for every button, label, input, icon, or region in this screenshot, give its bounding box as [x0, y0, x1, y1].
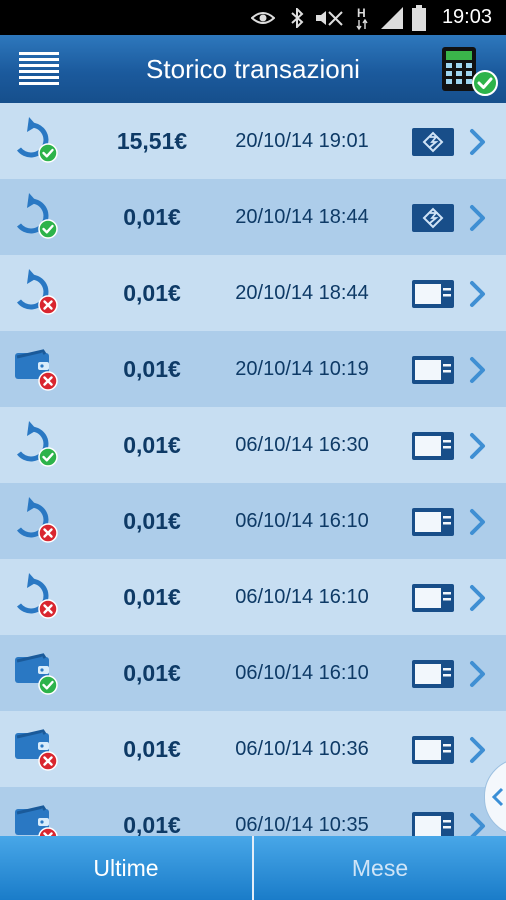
refund-success-icon — [17, 193, 58, 239]
transaction-amount: 0,01€ — [123, 204, 181, 230]
contactless-card-icon — [412, 128, 454, 156]
refund-success-icon — [17, 421, 58, 467]
transaction-datetime: 06/10/14 16:10 — [235, 510, 369, 532]
transaction-row[interactable]: 0,01€ 06/10/14 16:10 — [0, 483, 506, 559]
payment-success-icon — [15, 653, 58, 695]
transaction-row[interactable]: 0,01€ 06/10/14 16:10 — [0, 559, 506, 635]
hamburger-icon — [19, 52, 59, 55]
transaction-amount: 0,01€ — [123, 584, 181, 610]
transaction-datetime: 06/10/14 10:36 — [235, 738, 369, 760]
clock: 19:03 — [441, 6, 492, 28]
transaction-list[interactable]: 15,51€ 20/10/14 19:01 0,01€ 20/10/14 18:44 0… — [0, 103, 506, 836]
transaction-amount: 0,01€ — [123, 660, 181, 686]
hsdpa-icon: H — [354, 0, 370, 35]
transaction-datetime: 20/10/14 18:44 — [235, 282, 369, 304]
transaction-amount: 0,01€ — [123, 356, 181, 382]
signal-icon — [378, 0, 406, 35]
transaction-datetime: 06/10/14 16:10 — [235, 586, 369, 608]
card-card-icon — [412, 812, 454, 836]
chevron-right-icon[interactable] — [467, 736, 489, 764]
pos-terminal-button[interactable] — [440, 47, 498, 97]
menu-button[interactable] — [19, 52, 59, 88]
transaction-row[interactable]: 0,01€ 20/10/14 10:19 — [0, 331, 506, 407]
refund-success-icon — [17, 117, 58, 163]
transaction-row[interactable]: 0,01€ 20/10/14 18:44 — [0, 255, 506, 331]
transaction-row[interactable]: 0,01€ 20/10/14 18:44 — [0, 179, 506, 255]
battery-icon — [410, 0, 428, 35]
transaction-row[interactable]: 0,01€ 06/10/14 10:35 — [0, 787, 506, 836]
tab-ultime[interactable]: Ultime — [0, 836, 252, 900]
transaction-amount: 0,01€ — [123, 432, 181, 458]
refund-failed-icon — [17, 497, 58, 543]
card-card-icon — [412, 280, 454, 308]
chevron-right-icon[interactable] — [467, 432, 489, 460]
chevron-left-icon — [491, 787, 504, 807]
transaction-amount: 0,01€ — [123, 736, 181, 762]
transaction-row[interactable]: 0,01€ 06/10/14 10:36 — [0, 711, 506, 787]
transaction-datetime: 20/10/14 10:19 — [235, 358, 369, 380]
transaction-datetime: 06/10/14 16:10 — [235, 662, 369, 684]
contactless-card-icon — [412, 204, 454, 232]
status-bar: H 19:03 — [0, 0, 506, 35]
card-card-icon — [412, 584, 454, 612]
transaction-amount: 0,01€ — [123, 812, 181, 836]
page-title: Storico transazioni — [146, 54, 360, 84]
chevron-right-icon[interactable] — [467, 280, 489, 308]
transaction-amount: 0,01€ — [123, 280, 181, 306]
transaction-row[interactable]: 0,01€ 06/10/14 16:30 — [0, 407, 506, 483]
card-card-icon — [412, 356, 454, 384]
transaction-datetime: 20/10/14 19:01 — [235, 130, 369, 152]
app-header: Storico transazioni — [0, 35, 506, 104]
chevron-right-icon[interactable] — [467, 660, 489, 688]
payment-failed-icon — [15, 805, 58, 836]
transaction-row[interactable]: 15,51€ 20/10/14 19:01 — [0, 103, 506, 179]
svg-text:H: H — [357, 6, 366, 20]
chevron-right-icon[interactable] — [467, 356, 489, 384]
transaction-datetime: 06/10/14 10:35 — [235, 814, 369, 836]
card-card-icon — [412, 508, 454, 536]
transaction-datetime: 20/10/14 18:44 — [235, 206, 369, 228]
card-card-icon — [412, 660, 454, 688]
payment-failed-icon — [15, 349, 58, 391]
mute-icon — [314, 0, 344, 35]
transaction-amount: 0,01€ — [123, 508, 181, 534]
chevron-right-icon[interactable] — [467, 204, 489, 232]
chevron-right-icon[interactable] — [467, 128, 489, 156]
refund-failed-icon — [17, 573, 58, 619]
pos-terminal-check-icon — [442, 47, 498, 96]
payment-failed-icon — [15, 729, 58, 771]
refund-failed-icon — [17, 269, 58, 315]
transaction-row[interactable]: 0,01€ 06/10/14 16:10 — [0, 635, 506, 711]
chevron-right-icon[interactable] — [467, 584, 489, 612]
card-card-icon — [412, 432, 454, 460]
card-card-icon — [412, 736, 454, 764]
chevron-right-icon[interactable] — [467, 508, 489, 536]
tab-mese[interactable]: Mese — [254, 836, 506, 900]
eye-icon — [250, 0, 276, 35]
bluetooth-icon — [288, 0, 306, 35]
bottom-tab-bar: Ultime Mese — [0, 836, 506, 900]
transaction-amount: 15,51€ — [116, 128, 188, 154]
chevron-right-icon[interactable] — [467, 812, 489, 836]
transaction-datetime: 06/10/14 16:30 — [235, 434, 369, 456]
